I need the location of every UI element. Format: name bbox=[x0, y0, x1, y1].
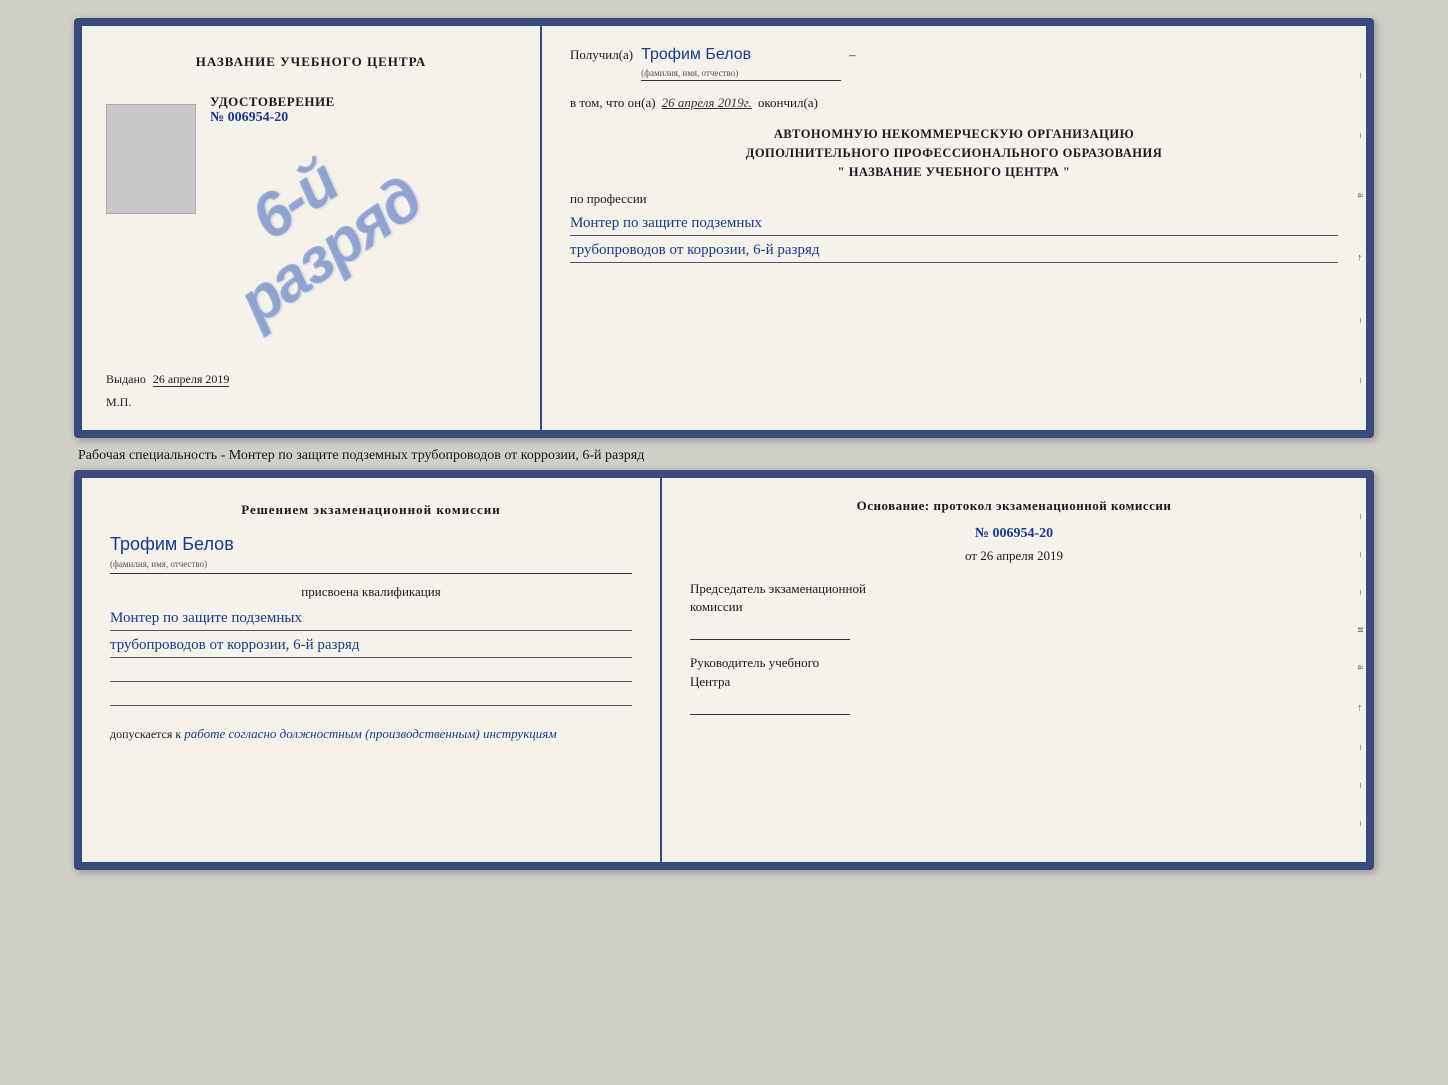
predsedatel-signature-line bbox=[690, 620, 850, 640]
udost-title: УДОСТОВЕРЕНИЕ bbox=[210, 94, 335, 110]
udost-number: № 006954-20 bbox=[210, 110, 335, 126]
poluchil-row: Получил(а) Трофим Белов (фамилия, имя, о… bbox=[570, 46, 1338, 81]
certificate-document: НАЗВАНИЕ УЧЕБНОГО ЦЕНТРА 6-й разряд УДОС… bbox=[74, 18, 1374, 438]
qual-right-panel: Основание: протокол экзаменационной коми… bbox=[662, 478, 1366, 862]
udost-block: УДОСТОВЕРЕНИЕ № 006954-20 bbox=[210, 94, 335, 126]
predsedatel-label: Председатель экзаменационной комиссии bbox=[690, 580, 1338, 616]
rukovoditel-block: Руководитель учебного Центра bbox=[690, 654, 1338, 714]
rukovoditel-signature-line bbox=[690, 695, 850, 715]
qual-left-panel: Решением экзаменационной комиссии Трофим… bbox=[82, 478, 662, 862]
blank-line-1 bbox=[110, 664, 632, 682]
cert-left-panel: НАЗВАНИЕ УЧЕБНОГО ЦЕНТРА 6-й разряд УДОС… bbox=[82, 26, 542, 430]
po-professii: по профессии bbox=[570, 191, 1338, 207]
qual-profession: Монтер по защите подземных трубопроводов… bbox=[110, 606, 632, 658]
cert-title: НАЗВАНИЕ УЧЕБНОГО ЦЕНТРА bbox=[196, 54, 427, 70]
rukovoditel-label: Руководитель учебного Центра bbox=[690, 654, 1338, 690]
osnov-title: Основание: протокол экзаменационной коми… bbox=[690, 498, 1338, 514]
cert-right-panel: Получил(а) Трофим Белов (фамилия, имя, о… bbox=[542, 26, 1366, 430]
right-edge-chars-qual: – – – и а ← – – – bbox=[1348, 478, 1366, 862]
dopuskaetsya-block: допускается к работе согласно должностны… bbox=[110, 726, 632, 742]
qualification-document: Решением экзаменационной комиссии Трофим… bbox=[74, 470, 1374, 870]
vydano-row: Выдано 26 апреля 2019 bbox=[106, 372, 516, 387]
fio-field: Трофим Белов (фамилия, имя, отчество) bbox=[641, 46, 841, 81]
resheniem-title: Решением экзаменационной комиссии bbox=[110, 502, 632, 518]
predsedatel-block: Председатель экзаменационной комиссии bbox=[690, 580, 1338, 640]
proto-number: № 006954-20 bbox=[690, 526, 1338, 542]
info-text: Рабочая специальность - Монтер по защите… bbox=[74, 438, 1374, 470]
right-side-chars: – – а ← – – bbox=[1346, 26, 1366, 430]
qual-fio-field: Трофим Белов (фамилия, имя, отчество) bbox=[110, 534, 632, 574]
mp-label: М.П. bbox=[106, 395, 516, 410]
vtom-row: в том, что он(а) 26 апреля 2019г. окончи… bbox=[570, 95, 1338, 111]
org-block: АВТОНОМНУЮ НЕКОММЕРЧЕСКУЮ ОРГАНИЗАЦИЮ ДО… bbox=[570, 125, 1338, 181]
profession-field: Монтер по защите подземных трубопроводов… bbox=[570, 211, 1338, 263]
date-field: 26 апреля 2019г. bbox=[662, 95, 752, 111]
blank-line-2 bbox=[110, 688, 632, 706]
prisvoena-label: присвоена квалификация bbox=[110, 584, 632, 600]
left-bottom: Выдано 26 апреля 2019 М.П. bbox=[106, 360, 516, 410]
proto-date: от 26 апреля 2019 bbox=[690, 548, 1338, 564]
photo-placeholder bbox=[106, 104, 196, 214]
